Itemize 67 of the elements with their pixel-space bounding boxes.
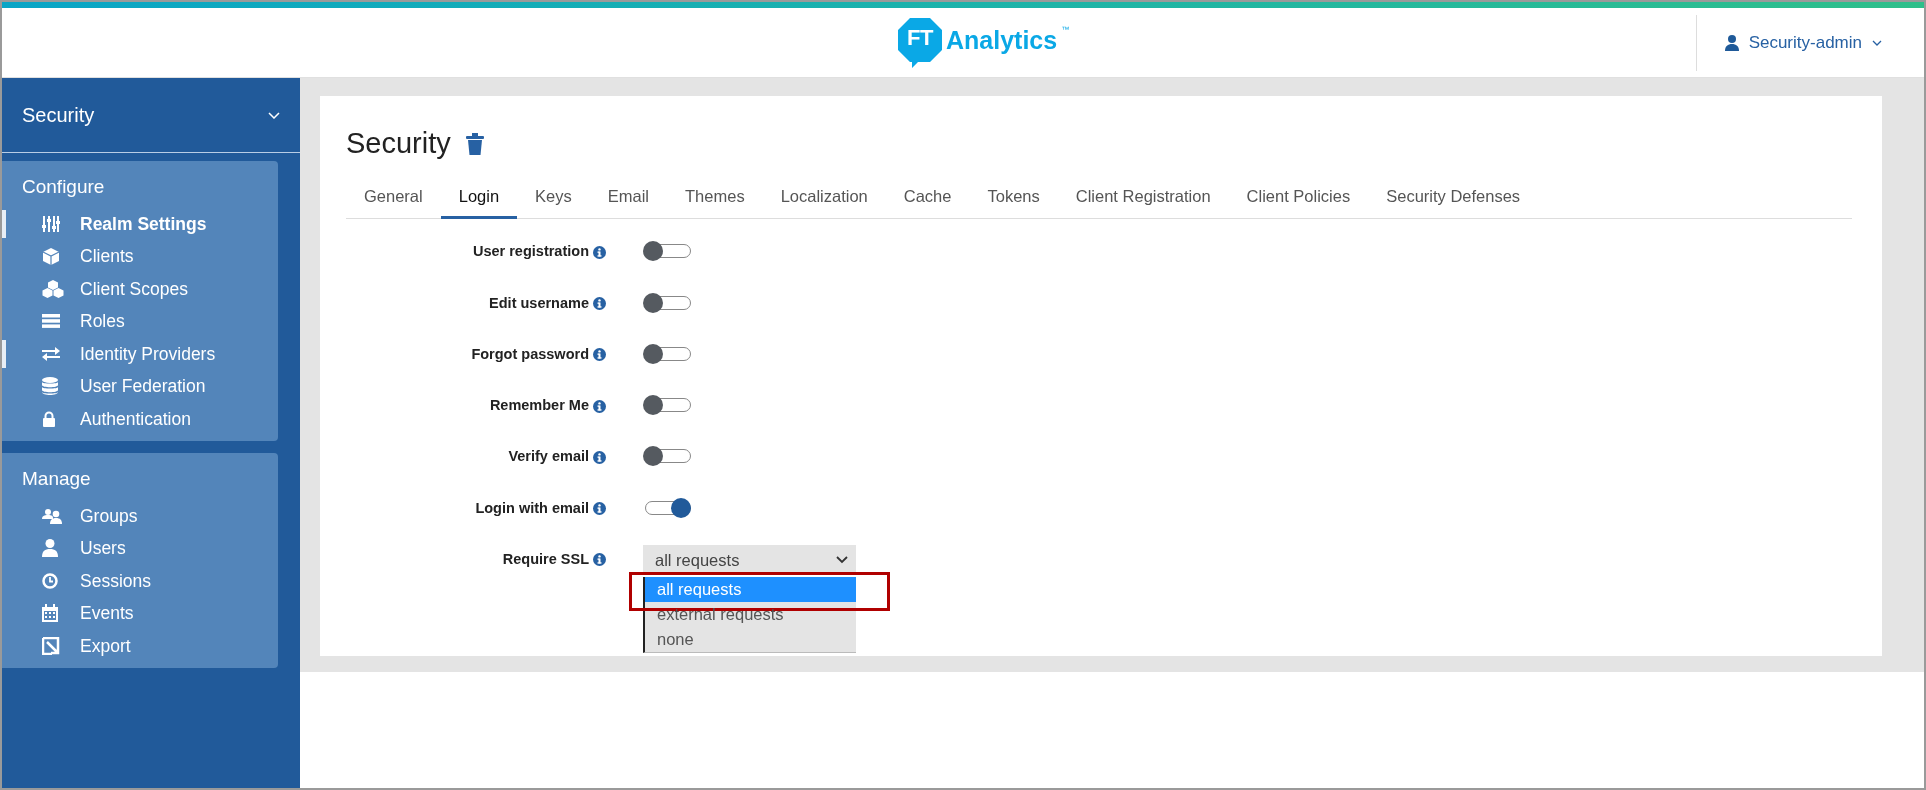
tab[interactable]: Tokens <box>969 177 1058 220</box>
clock-icon <box>42 572 58 589</box>
info-icon[interactable] <box>593 399 606 413</box>
calendar-icon <box>42 604 58 623</box>
toggle-switch[interactable] <box>643 292 691 313</box>
tab[interactable]: Localization <box>762 177 886 220</box>
logo-text: Analytics <box>946 25 1058 57</box>
tab[interactable]: Client Policies <box>1228 177 1369 220</box>
tab[interactable]: Email <box>589 177 668 220</box>
cube-icon <box>42 247 60 265</box>
users-icon <box>42 507 62 524</box>
sidebar-item[interactable]: User Federation <box>2 370 278 403</box>
sidebar-item[interactable]: Clients <box>2 240 278 273</box>
setting-label: Forgot password <box>471 344 589 364</box>
lock-icon <box>42 410 56 427</box>
info-icon[interactable] <box>593 296 606 310</box>
list-icon <box>42 314 60 329</box>
dropdown-option[interactable]: all requests <box>645 577 856 603</box>
sidebar-item[interactable]: Roles <box>2 305 278 338</box>
delete-icon[interactable] <box>464 132 485 155</box>
setting-label: Edit username <box>489 293 589 313</box>
tab[interactable]: Keys <box>517 177 590 220</box>
chevron-down-icon <box>836 556 848 565</box>
sidebar-item[interactable]: Sessions <box>2 564 278 597</box>
sidebar-item[interactable]: Groups <box>2 499 278 532</box>
toggle-switch[interactable] <box>643 446 691 467</box>
database-icon <box>42 377 58 396</box>
trademark-sign: ™ <box>1061 24 1070 36</box>
user-icon <box>1724 34 1739 51</box>
sidebar-item[interactable]: Realm Settings <box>2 207 278 240</box>
setting-label: Remember Me <box>489 396 589 416</box>
sidebar-item[interactable]: Events <box>2 597 278 630</box>
user-menu[interactable]: Security-admin <box>1710 23 1896 62</box>
info-icon[interactable] <box>593 502 606 516</box>
dropdown-option[interactable]: none <box>645 627 856 653</box>
info-icon[interactable] <box>593 450 606 464</box>
setting-label: Require SSL <box>502 550 589 570</box>
exchange-icon <box>42 346 60 361</box>
chevron-down-icon <box>268 111 280 119</box>
sidebar-item[interactable]: Users <box>2 532 278 565</box>
sliders-icon <box>42 215 60 232</box>
setting-label: User registration <box>472 242 589 262</box>
sidebar-item[interactable]: Export <box>2 629 278 662</box>
cubes-icon <box>42 279 64 298</box>
info-icon[interactable] <box>593 553 606 567</box>
chevron-down-icon <box>1872 39 1882 46</box>
setting-label: Login with email <box>475 498 589 518</box>
sidebar-item[interactable]: Identity Providers <box>2 337 278 370</box>
info-icon[interactable] <box>593 245 606 259</box>
page-title: Security <box>346 126 451 161</box>
tab[interactable]: Themes <box>667 177 763 220</box>
toggle-switch[interactable] <box>643 343 691 364</box>
setting-label: Verify email <box>508 447 589 467</box>
sidebar-item[interactable]: Client Scopes <box>2 272 278 305</box>
sidebar-item[interactable]: Authentication <box>2 402 278 435</box>
tab[interactable]: Login <box>440 177 518 220</box>
tab[interactable]: Security Defenses <box>1368 177 1539 220</box>
nav-section-title: Configure <box>21 175 106 199</box>
user-icon <box>42 539 58 558</box>
toggle-switch[interactable] <box>643 395 691 416</box>
tab[interactable]: Cache <box>885 177 970 220</box>
toggle-switch[interactable] <box>643 241 691 262</box>
tab[interactable]: Client Registration <box>1057 177 1229 220</box>
nav-section-title: Manage <box>21 467 92 491</box>
info-icon[interactable] <box>593 348 606 362</box>
tab[interactable]: General <box>346 177 441 220</box>
export-icon <box>42 636 60 655</box>
